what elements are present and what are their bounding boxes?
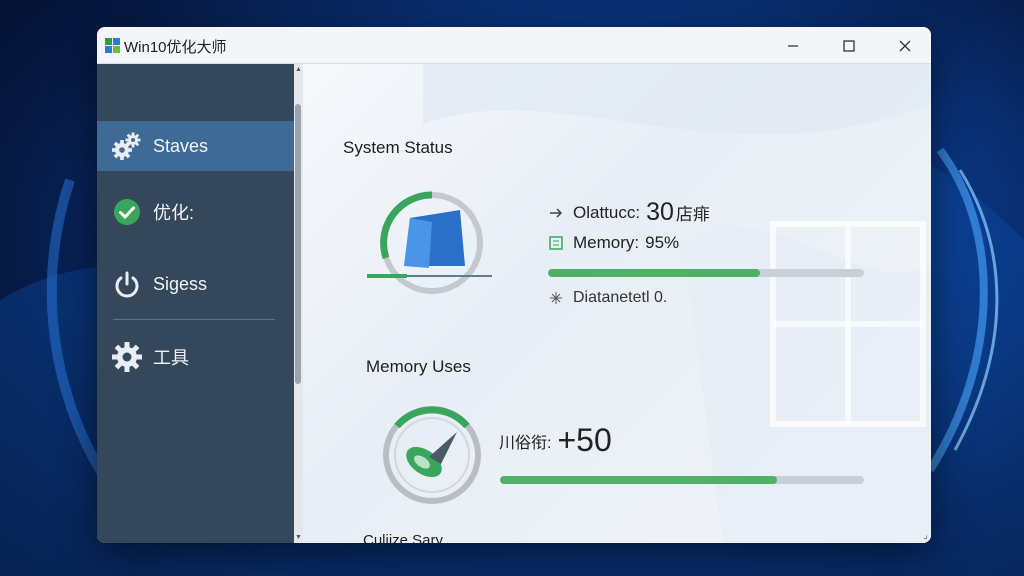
scroll-up-icon[interactable]: ▲	[294, 66, 303, 73]
memory-progress-bar	[548, 269, 864, 277]
gears-icon	[110, 129, 144, 163]
maximize-button[interactable]	[821, 27, 877, 64]
app-logo-icon	[105, 38, 120, 53]
sidebar: Staves 优化: Sigess 工具	[97, 64, 294, 543]
system-status-title: System Status	[343, 138, 453, 157]
system-status-gauge	[367, 191, 492, 294]
stat-olattucc: Olattucc: 30 店痱	[549, 198, 710, 227]
stat-memory: Memory: 95%	[549, 233, 679, 253]
close-icon	[899, 40, 911, 51]
stat-label: 川俗衔:	[499, 434, 552, 452]
stat-unit: 店痱	[675, 205, 710, 224]
sidebar-item-label: Sigess	[153, 273, 208, 294]
stat-value: 95%	[645, 233, 680, 252]
minimize-icon	[788, 44, 798, 47]
check-circle-icon	[110, 195, 144, 229]
stat-label: Memory:	[573, 233, 640, 252]
title-bar[interactable]: Win10优化大师	[97, 27, 931, 64]
cutoff-section-title: Culiize Sary	[363, 532, 444, 543]
sidebar-scrollbar[interactable]: ▲ ▼	[294, 64, 303, 543]
resize-grip-icon[interactable]: ⌟	[923, 530, 928, 541]
stat-value: +50	[557, 422, 612, 458]
main-panel: System Status Olattucc: 30 店痱 Memory: 95…	[303, 64, 931, 543]
progress-fill	[500, 476, 777, 484]
sidebar-item-label: 工具	[153, 348, 189, 368]
gear-icon	[110, 340, 144, 374]
memory-icon	[549, 236, 563, 250]
memory-uses-title: Memory Uses	[366, 357, 471, 376]
sidebar-item-optimize[interactable]: 优化:	[97, 187, 294, 237]
sparkle-icon	[550, 292, 562, 304]
sidebar-item-tools[interactable]: 工具	[97, 332, 294, 382]
power-icon	[110, 267, 144, 301]
stat-diatanetetl: Diatanetetl 0.	[549, 289, 667, 307]
memory-uses-progress-bar	[500, 476, 864, 484]
sidebar-divider	[113, 319, 275, 320]
stat-value: 30	[646, 198, 674, 226]
scrollbar-thumb[interactable]	[295, 104, 301, 384]
window-title: Win10优化大师	[124, 39, 227, 56]
stat-label: Olattucc:	[573, 202, 641, 222]
close-button[interactable]	[877, 27, 931, 64]
sidebar-item-label: Staves	[153, 135, 209, 156]
progress-fill	[548, 269, 760, 277]
app-window: Win10优化大师 Staves 优化: Sigess 工具 ▲ ▼ Syste…	[97, 27, 931, 543]
stat-label: Diatanetetl 0.	[573, 289, 668, 306]
sidebar-item-staves[interactable]: Staves	[97, 121, 294, 171]
sidebar-item-sigess[interactable]: Sigess	[97, 259, 294, 309]
stat-memory-uses: 川俗衔: +50	[499, 422, 612, 459]
arrow-right-icon	[550, 207, 563, 218]
memory-uses-gauge	[383, 406, 481, 504]
sidebar-item-label: 优化:	[153, 203, 195, 223]
scroll-down-icon[interactable]: ▼	[294, 534, 303, 541]
maximize-icon	[843, 39, 855, 52]
minimize-button[interactable]	[765, 27, 821, 64]
